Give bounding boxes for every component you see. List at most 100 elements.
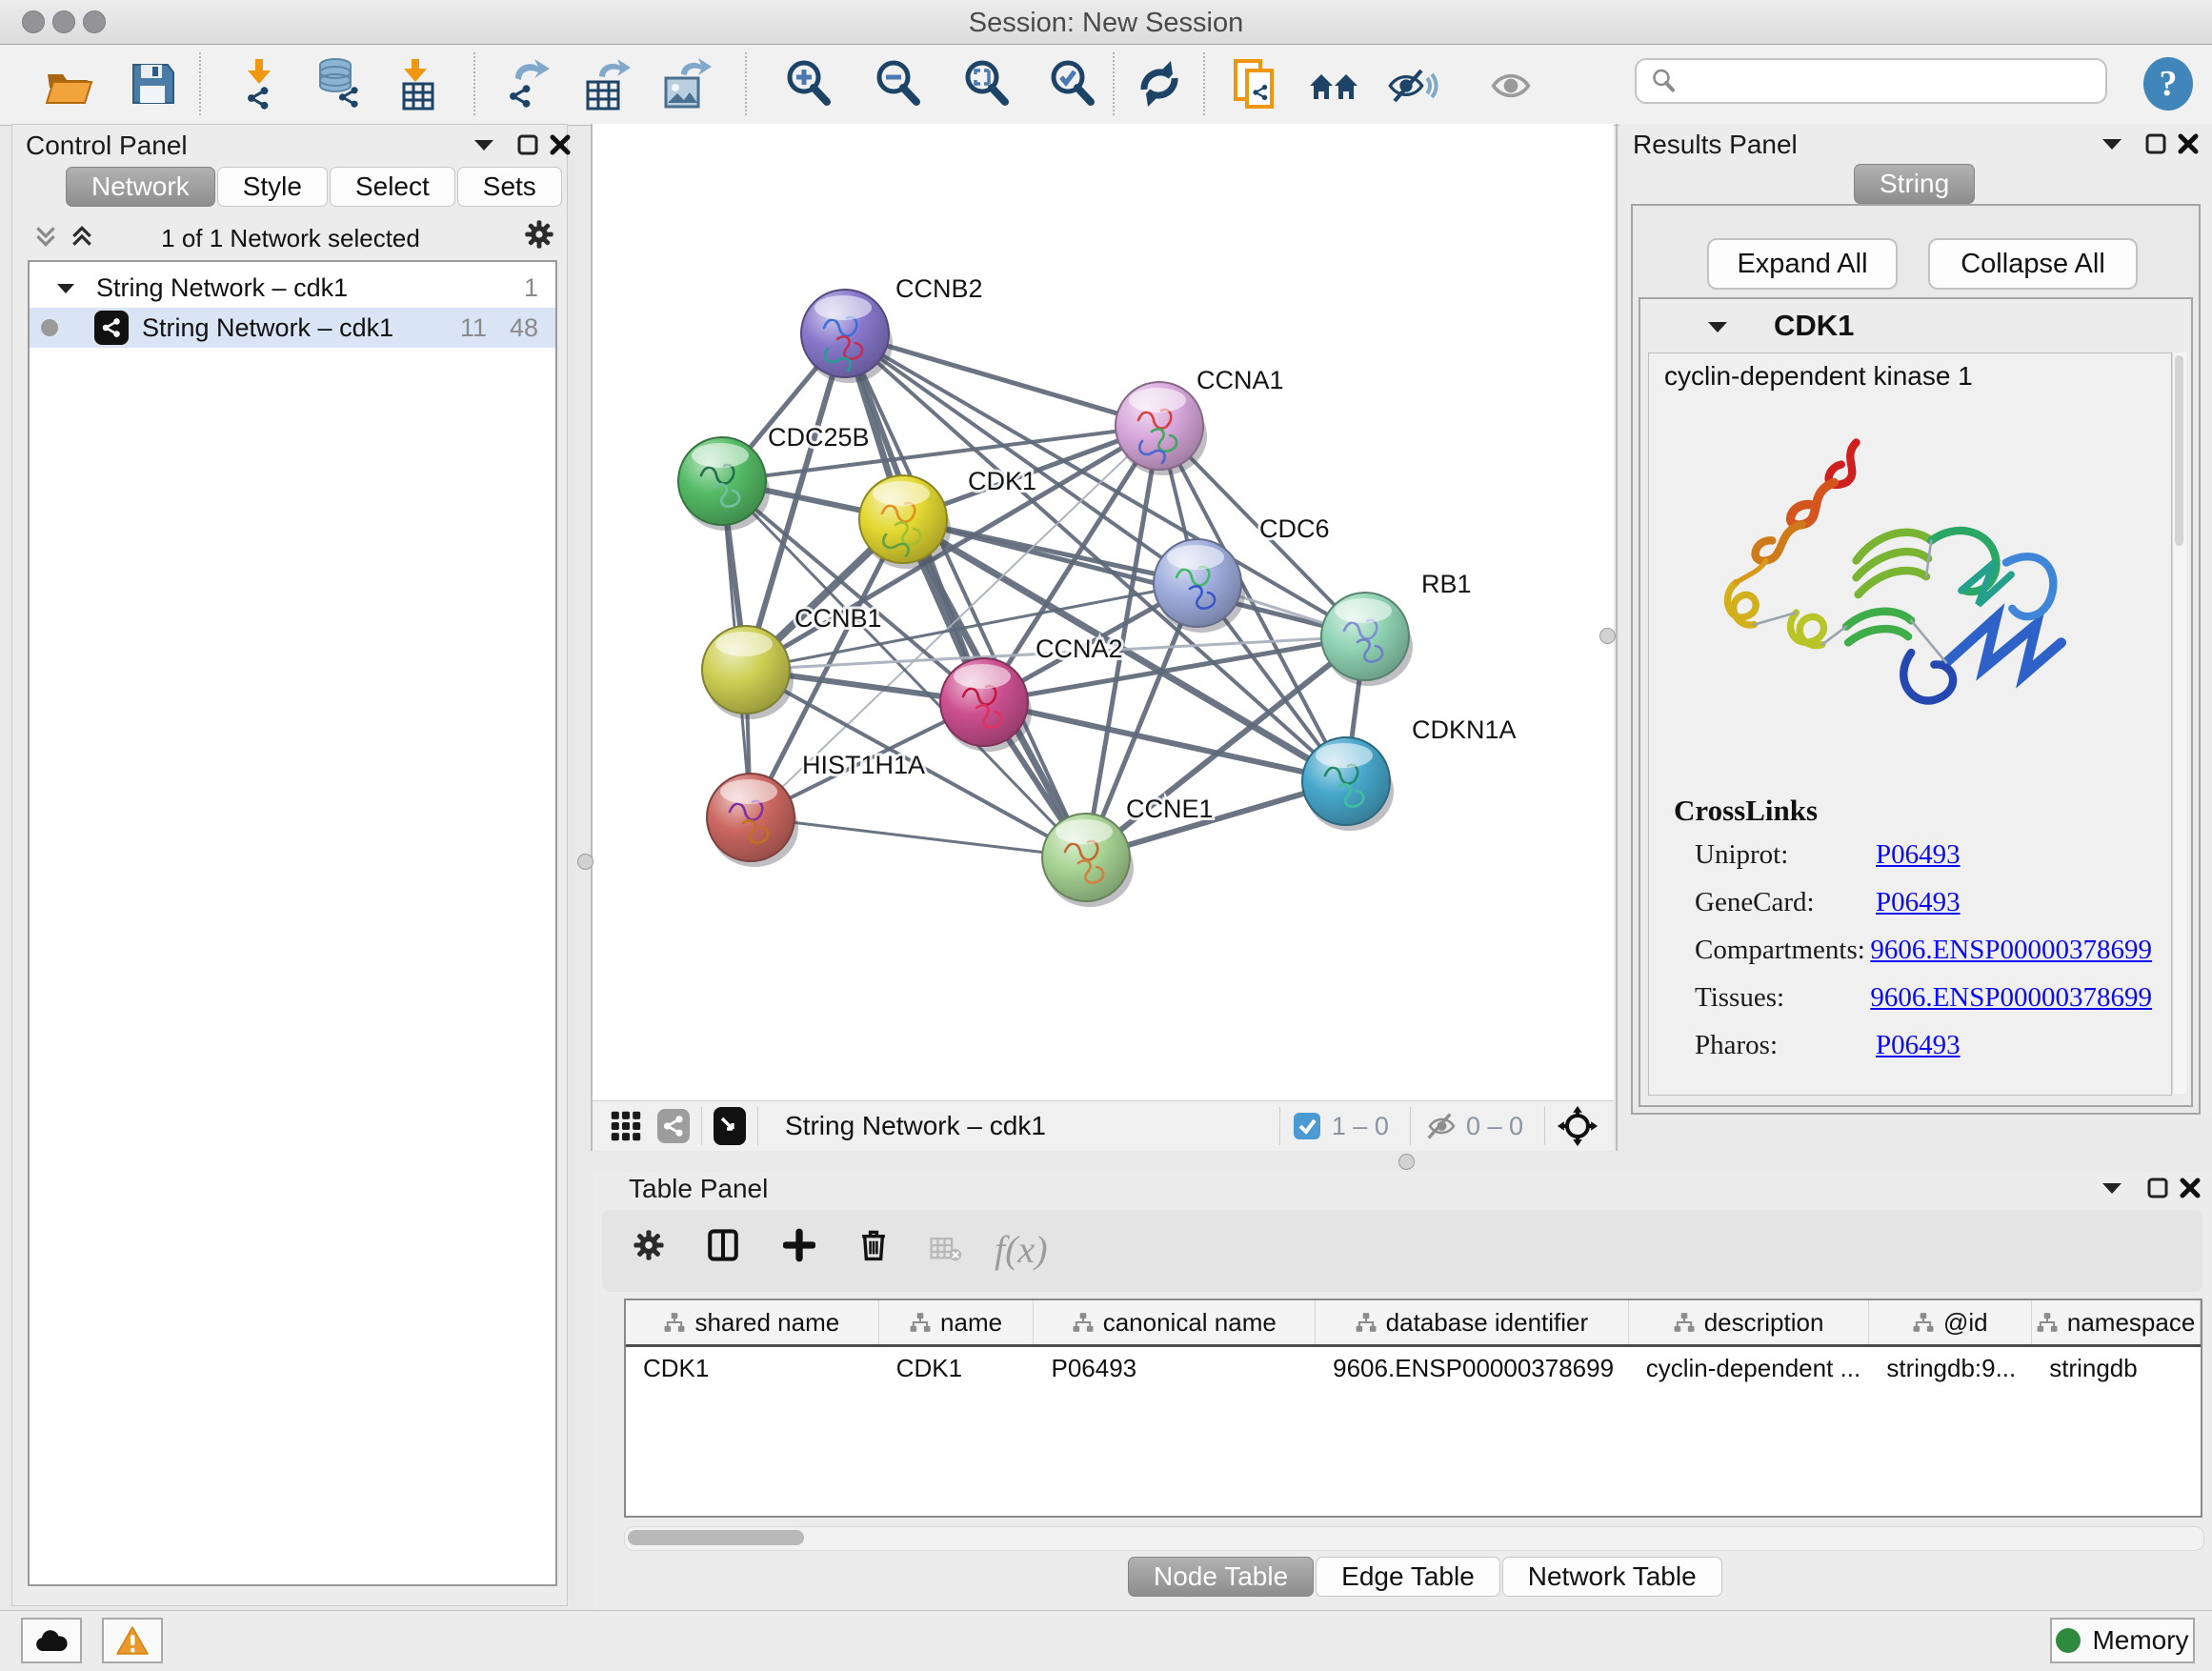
column-header-shared-name[interactable]: shared name [626,1300,879,1344]
results-panel: Results Panel String Expand All Collapse… [1619,124,2212,1119]
fit-selected-crosshair-icon[interactable] [1557,1105,1599,1147]
help-icon[interactable]: ? [2140,54,2197,113]
birdseye-view-icon[interactable] [714,1112,746,1140]
node-gloss [1167,545,1224,570]
grid-view-icon[interactable] [610,1112,642,1140]
show-columns-icon[interactable] [707,1231,739,1259]
crosslink-link[interactable]: P06493 [1876,839,1961,871]
table-settings-gear-icon[interactable] [633,1231,665,1259]
table-cell[interactable]: stringdb:9... [1869,1347,2032,1389]
save-session-icon[interactable] [124,54,181,113]
results-tab-string[interactable]: String [1854,164,1975,204]
tab-style[interactable]: Style [217,167,328,207]
apply-preferred-layout-icon[interactable] [1131,54,1188,113]
hide-selected-icon[interactable] [1383,54,1440,113]
control-panel-float-icon[interactable] [512,131,544,159]
table-tab-edge-table[interactable]: Edge Table [1316,1557,1500,1597]
table-cell[interactable]: CDK1 [879,1347,1035,1389]
show-all-icon[interactable] [1482,54,1539,113]
import-network-file-icon[interactable] [231,54,288,113]
tab-network[interactable]: Network [66,167,215,207]
control-panel-menu-icon[interactable] [468,131,500,159]
zoom-fit-icon[interactable] [957,54,1015,113]
crosslink-link[interactable]: P06493 [1876,1030,1961,1061]
right-splitter-handle[interactable] [1599,628,1616,644]
tree-expand-icon[interactable] [56,282,75,294]
control-panel-close-icon[interactable] [544,131,576,159]
table-panel-menu-icon[interactable] [2096,1174,2128,1202]
selected-checkbox-icon[interactable] [1292,1111,1322,1141]
houses-icon[interactable] [1305,54,1362,113]
column-header-database-identifier[interactable]: database identifier [1316,1300,1629,1344]
node-label-CDC6: CDC6 [1259,514,1330,543]
table-cell[interactable]: CDK1 [626,1347,879,1389]
results-vertical-scrollbar[interactable] [2172,352,2186,1094]
expand-all-button[interactable]: Expand All [1707,238,1898,290]
memory-button[interactable]: Memory [2050,1618,2195,1663]
network-edge[interactable] [751,817,1086,857]
table-cell[interactable]: 9606.ENSP00000378699 [1316,1347,1629,1389]
scrollbar-thumb[interactable] [628,1530,804,1545]
network-collection-row[interactable]: String Network – cdk1 1 [30,268,555,308]
collapse-all-button[interactable]: Collapse All [1928,238,2138,290]
export-network-icon[interactable] [496,54,553,113]
table-row[interactable]: CDK1CDK1P064939606.ENSP00000378699cyclin… [626,1347,2201,1389]
column-type-icon [1073,1312,1094,1333]
table-panel-float-icon[interactable] [2142,1174,2174,1202]
crosslink-link[interactable]: 9606.ENSP00000378699 [1870,935,2152,966]
network-options-gear-icon[interactable] [523,220,555,249]
column-header-namespace[interactable]: namespace [2032,1300,2201,1344]
table-tab-node-table[interactable]: Node Table [1128,1557,1314,1597]
results-panel-close-icon[interactable] [2172,130,2204,158]
add-column-icon[interactable] [783,1231,815,1259]
network-share-icon[interactable] [657,1112,690,1140]
search-input[interactable] [1677,66,2092,97]
scrollbar-thumb[interactable] [2175,355,2183,546]
import-network-database-icon[interactable] [309,54,366,113]
tab-sets[interactable]: Sets [457,167,562,207]
crosslink-link[interactable]: P06493 [1876,887,1961,918]
network-node-CCNE1[interactable]: CCNE1 [1042,795,1214,907]
column-header-canonical-name[interactable]: canonical name [1034,1300,1316,1344]
column-header-@id[interactable]: @id [1869,1300,2032,1344]
search-field[interactable] [1635,58,2107,104]
results-panel-menu-icon[interactable] [2096,130,2128,158]
table-tab-network-table[interactable]: Network Table [1502,1557,1722,1597]
network-node-CDC25B[interactable]: CDC25B [678,423,870,531]
cloud-button[interactable] [21,1618,82,1663]
warnings-button[interactable] [102,1618,163,1663]
table-horizontal-scrollbar[interactable] [624,1526,2204,1551]
network-node-HIST1H1A[interactable]: HIST1H1A [707,751,925,867]
zoom-out-icon[interactable] [869,54,926,113]
zoom-in-icon[interactable] [779,54,836,113]
left-splitter-handle[interactable] [577,854,593,870]
tab-select[interactable]: Select [330,167,455,207]
table-cell[interactable]: stringdb [2032,1347,2201,1389]
column-header-name[interactable]: name [879,1300,1035,1344]
network-node-RB1[interactable]: RB1 [1321,570,1472,686]
section-collapse-icon[interactable] [1707,320,1728,333]
table-cell[interactable]: cyclin-dependent ... [1629,1347,1870,1389]
clone-network-icon[interactable] [1226,54,1283,113]
network-canvas[interactable]: CCNB2CCNA1CDC25BCDK1CDC6RB1CCNB1CCNA2CDK… [593,124,1614,1100]
table-panel-close-icon[interactable] [2174,1174,2206,1202]
right-splitter[interactable] [1616,124,1618,1151]
network-node-CCNA1[interactable]: CCNA1 [1116,366,1284,475]
network-row-selected[interactable]: String Network – cdk1 11 48 [30,308,555,348]
export-image-icon[interactable] [656,54,714,113]
column-header-description[interactable]: description [1629,1300,1870,1344]
horizontal-splitter-handle[interactable] [1398,1154,1415,1170]
zoom-selected-icon[interactable] [1043,54,1100,113]
hidden-eye-icon[interactable] [1422,1112,1457,1140]
crosslink-link[interactable]: 9606.ENSP00000378699 [1870,982,2152,1014]
network-node-CDKN1A[interactable]: CDKN1A [1302,715,1517,831]
delete-column-trash-icon[interactable] [857,1231,890,1259]
table-cell[interactable]: P06493 [1034,1347,1316,1389]
selected-count: 1 – 0 [1332,1112,1389,1141]
left-splitter[interactable] [591,124,593,1151]
open-file-icon[interactable] [40,54,97,113]
string-network-graph[interactable]: CCNB2CCNA1CDC25BCDK1CDC6RB1CCNB1CCNA2CDK… [593,124,1614,1100]
import-table-file-icon[interactable] [389,54,446,113]
results-panel-float-icon[interactable] [2140,130,2172,158]
export-table-icon[interactable] [576,54,633,113]
